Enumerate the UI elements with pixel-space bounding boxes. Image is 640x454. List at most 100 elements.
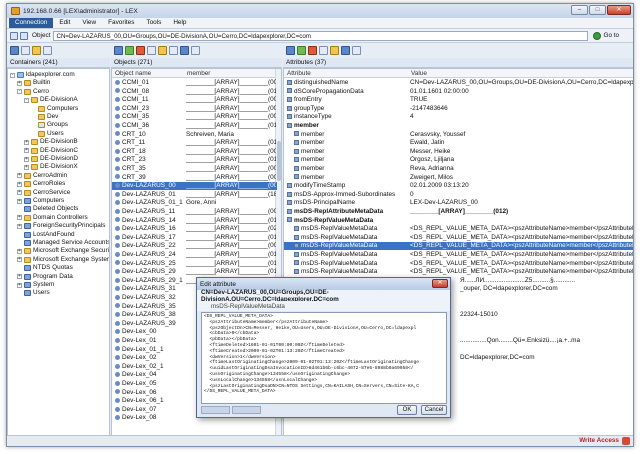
- attribute-row[interactable]: fromEntry TRUE: [284, 96, 633, 104]
- copy-attribute-icon[interactable]: [330, 46, 339, 55]
- attribute-row[interactable]: msDS-ReplValueMetaData <DS_REPL_VALUE_MET…: [284, 242, 633, 251]
- expand-icon[interactable]: +: [17, 223, 22, 229]
- object-row[interactable]: CRT_23 ________[ARRAY]________(015): [112, 156, 277, 164]
- object-row[interactable]: Dev-LAZARUS_00 ________[ARRAY]________(00…: [112, 182, 277, 190]
- footer-tab[interactable]: [201, 406, 230, 414]
- refresh-attributes-icon[interactable]: [286, 46, 295, 55]
- attribute-row[interactable]: modifyTimeStamp 02.01.2009 03:13:20: [284, 182, 633, 190]
- menu-connection[interactable]: Connection: [9, 18, 54, 28]
- add-attribute-icon[interactable]: [297, 46, 306, 55]
- move-icon[interactable]: [147, 46, 156, 55]
- object-row[interactable]: Dev-LAZARUS_24 ________[ARRAY]________(01…: [112, 251, 277, 259]
- containers-tree[interactable]: - ldapexplorer.com + Builtin - Cerro - DE-Divis…: [7, 68, 110, 436]
- tree-item[interactable]: + CerroService: [17, 189, 70, 197]
- column-attribute[interactable]: Attribute: [284, 69, 408, 78]
- expand-icon[interactable]: +: [17, 282, 22, 288]
- object-row[interactable]: Dev-LAZARUS_29 ________[ARRAY]________(01…: [112, 268, 277, 276]
- remove-attribute-icon[interactable]: [308, 46, 317, 55]
- attribute-row[interactable]: msDS-ReplValueMetaData <DS_REPL_VALUE_MET…: [284, 234, 633, 242]
- column-object-name[interactable]: Object name: [112, 69, 184, 78]
- refresh-objects-icon[interactable]: [114, 46, 123, 55]
- expand-icon[interactable]: +: [17, 215, 22, 221]
- tree-item[interactable]: + System: [17, 281, 54, 289]
- expand-icon[interactable]: +: [17, 248, 22, 254]
- attribute-row[interactable]: msDS-ReplValueMetaData <DS_REPL_VALUE_MET…: [284, 260, 633, 268]
- footer-tab[interactable]: [232, 406, 261, 414]
- menu-favorites[interactable]: Favorites: [102, 18, 140, 28]
- tree-item[interactable]: - Cerro: [17, 88, 49, 96]
- tree-item[interactable]: + Domain Controllers: [17, 214, 88, 222]
- object-row[interactable]: CRT_11 ________[ARRAY]________(011): [112, 139, 277, 147]
- object-row[interactable]: CCMI_36 ________[ARRAY]________(014): [112, 122, 277, 130]
- tree-item[interactable]: + CerroAdmin: [17, 172, 67, 180]
- menu-tools[interactable]: Tools: [140, 18, 167, 28]
- object-row[interactable]: Dev-LAZARUS_11 ________[ARRAY]________(00…: [112, 208, 277, 216]
- tree-item[interactable]: Managed Service Accounts: [17, 239, 109, 247]
- object-row[interactable]: Dev-LAZARUS_17 ________[ARRAY]________(01…: [112, 234, 277, 242]
- column-value[interactable]: Value: [408, 69, 633, 78]
- object-row[interactable]: CRT_18 ________[ARRAY]________(004): [112, 148, 277, 156]
- edit-attribute-icon[interactable]: [319, 46, 328, 55]
- expand-icon[interactable]: +: [24, 164, 29, 170]
- expand-icon[interactable]: +: [17, 257, 22, 263]
- object-row[interactable]: CCMI_01 ________[ARRAY]________(004): [112, 79, 277, 87]
- expand-icon[interactable]: +: [17, 190, 22, 196]
- collapse-icon[interactable]: -: [17, 89, 22, 95]
- object-row[interactable]: CCMI_08 ________[ARRAY]________(012): [112, 88, 277, 96]
- export-icon[interactable]: [341, 46, 350, 55]
- view-icon[interactable]: [180, 46, 189, 55]
- favorites-icon[interactable]: [32, 46, 41, 55]
- filter-icon[interactable]: [191, 46, 200, 55]
- tree-item[interactable]: + DE-DivisionB: [24, 138, 78, 146]
- tree-item[interactable]: - DE-DivisionA: [24, 96, 78, 104]
- objects-scroll-thumb[interactable]: [277, 141, 281, 181]
- menu-help[interactable]: Help: [167, 18, 192, 28]
- tree-item[interactable]: + Builtin: [17, 79, 50, 87]
- attribute-row[interactable]: msDS-Approx-Immed-Subordinates 0: [284, 191, 633, 199]
- object-row[interactable]: Dev-LAZARUS_14 ________[ARRAY]________(01…: [112, 217, 277, 225]
- menu-edit[interactable]: Edit: [53, 18, 76, 28]
- forward-icon[interactable]: [20, 31, 28, 40]
- tree-item[interactable]: Groups: [31, 121, 68, 129]
- attribute-row[interactable]: distinguishedName CN=Dev-LAZARUS_00,OU=Gr…: [284, 79, 633, 87]
- tree-item[interactable]: Dev: [31, 113, 58, 121]
- expand-icon[interactable]: +: [24, 148, 29, 154]
- expand-icon[interactable]: +: [24, 139, 29, 145]
- tree-item[interactable]: + ForeignSecurityPrincipals: [17, 222, 105, 230]
- expand-icon[interactable]: +: [17, 274, 22, 280]
- delete-object-icon[interactable]: [136, 46, 145, 55]
- attribute-row[interactable]: msDS-ReplValueMetaData: [284, 217, 633, 225]
- attribute-row[interactable]: msDS-ReplValueMetaData <DS_REPL_VALUE_MET…: [284, 251, 633, 259]
- tree-item[interactable]: + Microsoft Exchange Securit: [17, 247, 109, 255]
- tree-item[interactable]: NTDS Quotas: [17, 264, 73, 272]
- attribute-row[interactable]: member Orgosz, Ljiljana: [284, 156, 633, 164]
- attribute-row[interactable]: instanceType 4: [284, 113, 633, 121]
- refresh-icon[interactable]: [10, 46, 19, 55]
- tree-item[interactable]: - ldapexplorer.com: [10, 71, 75, 79]
- attribute-row[interactable]: member Zweigert, Milos: [284, 174, 633, 182]
- object-row[interactable]: Dev-LAZARUS_01_1 Gore, Anni: [112, 199, 277, 207]
- attribute-row[interactable]: dSCorePropagationData 01.01.1601 02:00:00: [284, 88, 633, 96]
- filter-attributes-icon[interactable]: [352, 46, 361, 55]
- rename-icon[interactable]: [169, 46, 178, 55]
- tree-item[interactable]: Users: [17, 289, 50, 297]
- attribute-row[interactable]: msDS-ReplValueMetaData <DS_REPL_VALUE_MET…: [284, 268, 633, 276]
- tree-item[interactable]: + Program Data: [17, 273, 73, 281]
- attribute-row[interactable]: member Cerasvsky, Youssef: [284, 131, 633, 139]
- attribute-row[interactable]: msDS-ReplAttributeMetaData ________[ARRAY…: [284, 208, 633, 216]
- menu-view[interactable]: View: [76, 18, 102, 28]
- object-row[interactable]: Dev-LAZARUS_25 ________[ARRAY]________(01…: [112, 260, 277, 268]
- collapse-icon[interactable]: -: [24, 97, 29, 103]
- object-row[interactable]: CRT_35 ________[ARRAY]________(008): [112, 165, 277, 173]
- attribute-row[interactable]: msDS-PrincipalName LEX-Dev-LAZARUS_00: [284, 199, 633, 207]
- object-row[interactable]: Dev-LAZARUS_22 ________[ARRAY]________(00…: [112, 242, 277, 250]
- close-button[interactable]: ✕: [607, 5, 631, 15]
- tree-item[interactable]: + CerroRoles: [17, 180, 65, 188]
- object-row[interactable]: CRT_39 ________[ARRAY]________(005): [112, 174, 277, 182]
- attribute-row[interactable]: member: [284, 122, 633, 130]
- expand-icon[interactable]: +: [17, 198, 22, 204]
- attribute-row[interactable]: member Messer, Heike: [284, 148, 633, 156]
- expand-icon[interactable]: +: [17, 80, 22, 86]
- tree-item[interactable]: + DE-DivisionX: [24, 163, 78, 171]
- attribute-row[interactable]: member Reva, Adrianna: [284, 165, 633, 173]
